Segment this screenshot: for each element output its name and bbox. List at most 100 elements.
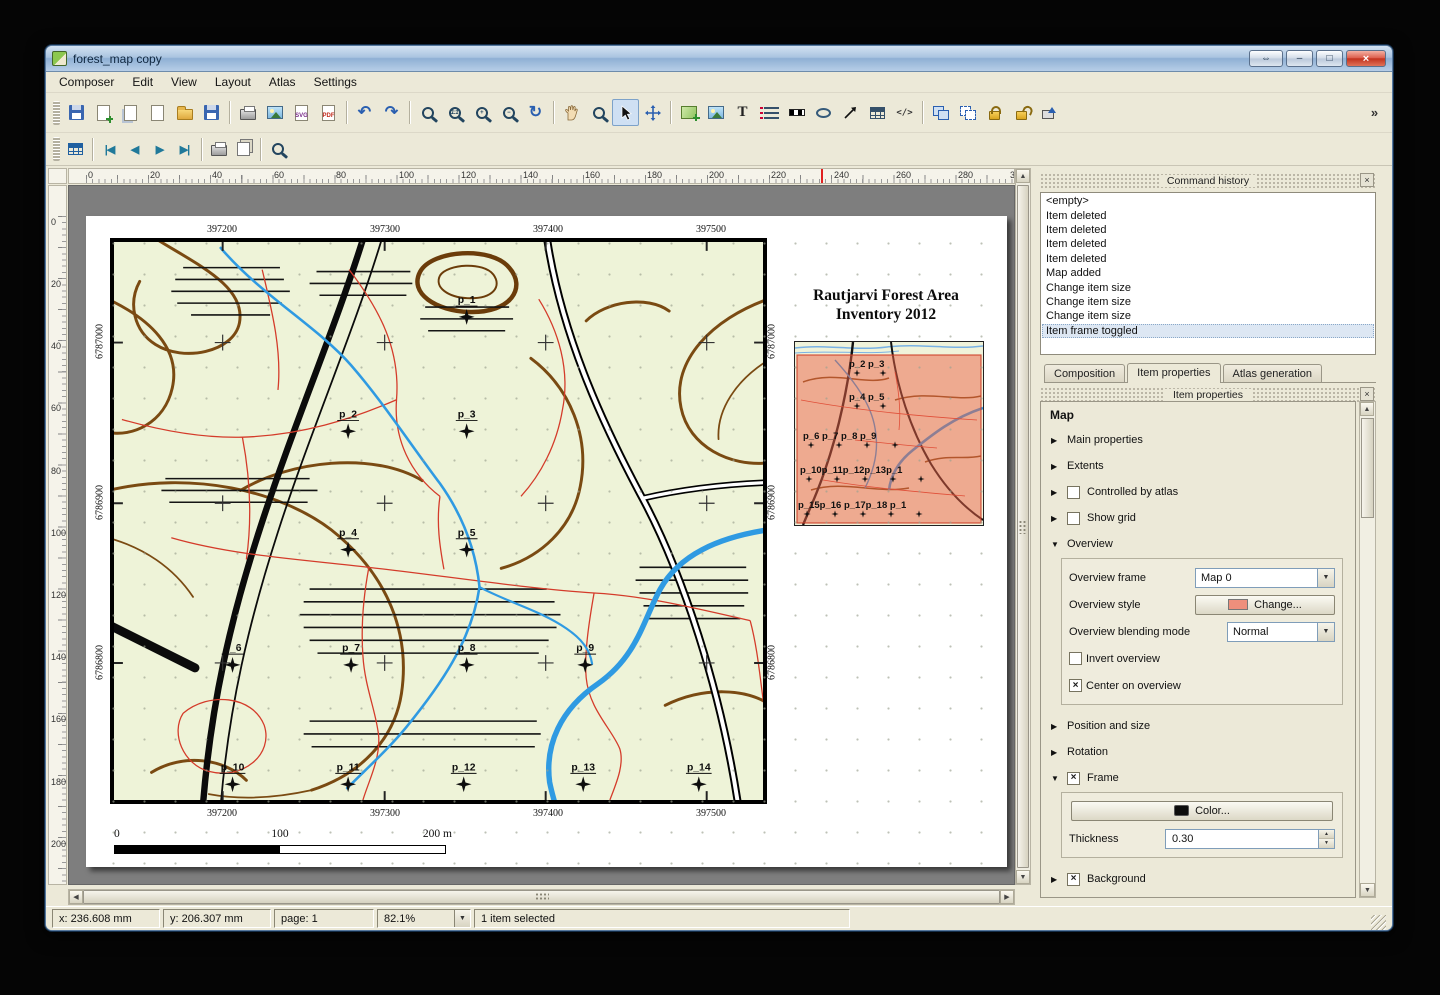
section-overview[interactable]: ▼ Overview [1041,531,1355,557]
menu-edit[interactable]: Edit [123,73,162,91]
add-label-button[interactable]: T [729,99,756,126]
select-move-item-button[interactable] [612,99,639,126]
add-arrow-button[interactable] [837,99,864,126]
map-item[interactable]: p_1 p_2 p_3 p_4 p_5 p_6 p_7 p_8 p_9 p_10 [110,238,767,804]
history-item[interactable]: Item deleted [1042,208,1374,222]
redo-button[interactable]: ↷ [378,99,405,126]
zoom-tool-button[interactable] [585,99,612,126]
invert-overview-checkbox[interactable] [1069,652,1082,665]
atlas-first-button[interactable]: |◀ [97,137,122,161]
toolbar-grip[interactable] [53,137,60,161]
export-pdf-button[interactable]: PDF [315,99,342,126]
unlock-items-button[interactable] [1008,99,1035,126]
section-position-and-size[interactable]: ▶ Position and size [1041,713,1355,739]
atlas-prev-button[interactable]: ◀ [122,137,147,161]
zoom-level-combobox[interactable]: 82.1% ▼ [377,909,471,928]
window-minimize-button[interactable]: – [1286,50,1313,67]
add-legend-button[interactable] [756,99,783,126]
map-title-item[interactable]: Rautjarvi Forest Area Inventory 2012 [774,286,998,324]
scroll-up-arrow-icon[interactable]: ▲ [1016,169,1030,183]
composition-canvas[interactable]: p_1 p_2 p_3 p_4 p_5 p_6 p_7 p_8 p_9 p_10 [68,185,1015,885]
move-item-content-button[interactable] [639,99,666,126]
new-composer-button[interactable] [90,99,117,126]
save-project-button[interactable] [63,99,90,126]
history-item[interactable]: Item deleted [1042,223,1374,237]
panel-scrollbar[interactable]: ▲ ▼ [1359,401,1376,898]
zoom-full-button[interactable] [414,99,441,126]
zoom-out-button[interactable]: − [495,99,522,126]
history-item-selected[interactable]: Item frame toggled [1042,324,1374,338]
history-item[interactable]: Map added [1042,266,1374,280]
section-extents[interactable]: ▶ Extents [1041,453,1355,479]
add-table-button[interactable] [864,99,891,126]
show-grid-checkbox[interactable] [1067,512,1080,525]
menu-view[interactable]: View [162,73,206,91]
scalebar-item[interactable]: 0 100 200 m [114,828,446,854]
scroll-up-arrow-icon[interactable]: ▲ [1360,402,1374,416]
atlas-next-button[interactable]: ▶ [147,137,172,161]
section-background[interactable]: ▶ × Background [1041,866,1355,892]
window-roll-button[interactable]: ⇔ [1249,50,1283,67]
composer-manager-button[interactable] [144,99,171,126]
canvas-horizontal-scrollbar[interactable]: ◀ ▶ [68,889,1015,905]
print-atlas-button[interactable] [206,137,231,161]
zoom-in-button[interactable]: + [468,99,495,126]
tab-composition[interactable]: Composition [1044,364,1125,382]
section-controlled-by-atlas[interactable]: ▶ Controlled by atlas [1041,479,1355,505]
undo-button[interactable]: ↶ [351,99,378,126]
lock-items-button[interactable] [981,99,1008,126]
panel-scroll-thumb[interactable] [1361,418,1374,518]
atlas-last-button[interactable]: ▶| [172,137,197,161]
add-scalebar-button[interactable] [783,99,810,126]
spin-up-icon[interactable]: ▲ [1319,830,1334,840]
ungroup-items-button[interactable] [954,99,981,126]
save-template-button[interactable] [198,99,225,126]
menu-settings[interactable]: Settings [305,73,366,91]
titlebar[interactable]: forest_map copy ⇔ – □ × [46,46,1392,72]
add-html-button[interactable]: </> [891,99,918,126]
scroll-left-arrow-icon[interactable]: ◀ [69,890,83,904]
export-svg-button[interactable]: SVG [288,99,315,126]
overview-map-item[interactable]: p_2 p_3 p_4 p_5 p_6 p_7 p_8 p_9 p_10p_11… [794,341,984,526]
toolbar-overflow-button[interactable]: » [1361,99,1388,126]
menu-layout[interactable]: Layout [206,73,260,91]
atlas-settings-button[interactable] [265,137,290,161]
history-item[interactable]: Change item size [1042,280,1374,294]
overview-blend-select[interactable]: Normal ▼ [1227,622,1335,642]
horizontal-scroll-thumb[interactable] [83,890,1000,904]
frame-checkbox[interactable]: × [1067,772,1080,785]
add-shape-button[interactable] [810,99,837,126]
refresh-button[interactable]: ↻ [522,99,549,126]
history-item[interactable]: Change item size [1042,295,1374,309]
section-frame[interactable]: ▼ × Frame [1041,765,1355,791]
history-item[interactable]: Item deleted [1042,252,1374,266]
export-atlas-button[interactable] [231,137,256,161]
menu-atlas[interactable]: Atlas [260,73,305,91]
scroll-right-arrow-icon[interactable]: ▶ [1000,890,1014,904]
overview-frame-select[interactable]: Map 0 ▼ [1195,568,1335,588]
add-image-button[interactable] [702,99,729,126]
menu-composer[interactable]: Composer [50,73,123,91]
vertical-scroll-thumb[interactable] [1017,185,1029,868]
background-checkbox[interactable]: × [1067,873,1080,886]
spin-down-icon[interactable]: ▼ [1319,839,1334,848]
export-image-button[interactable] [261,99,288,126]
window-close-button[interactable]: × [1346,50,1386,67]
canvas-vertical-scrollbar[interactable]: ▲ ▼ [1015,168,1031,885]
section-rotation[interactable]: ▶ Rotation [1041,739,1355,765]
section-show-grid[interactable]: ▶ Show grid [1041,505,1355,531]
frame-color-button[interactable]: Color... [1071,801,1333,821]
add-map-button[interactable] [675,99,702,126]
close-dock-button[interactable]: × [1360,173,1374,187]
print-button[interactable] [234,99,261,126]
raise-items-button[interactable] [1035,99,1062,126]
history-item[interactable]: <empty> [1042,194,1374,208]
scroll-down-arrow-icon[interactable]: ▼ [1360,883,1375,897]
overview-style-change-button[interactable]: Change... [1195,595,1335,615]
pan-button[interactable] [558,99,585,126]
load-template-button[interactable] [171,99,198,126]
atlas-preview-button[interactable] [63,137,88,161]
tab-item-properties[interactable]: Item properties [1127,363,1220,383]
command-history-list[interactable]: <empty> Item deleted Item deleted Item d… [1040,192,1376,355]
window-maximize-button[interactable]: □ [1316,50,1343,67]
